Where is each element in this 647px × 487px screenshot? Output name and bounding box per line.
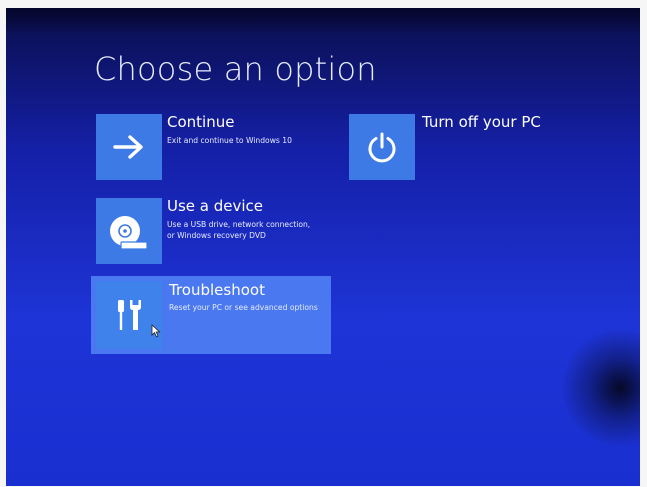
arrow-right-icon [112, 134, 146, 160]
disc-drive-icon [107, 211, 151, 251]
troubleshoot-title: Troubleshoot [169, 281, 265, 299]
photo-frame: Choose an option Continue Exit and conti… [0, 0, 647, 487]
continue-option[interactable]: Continue Exit and continue to Windows 10 [96, 113, 296, 182]
use-device-tile[interactable] [96, 198, 162, 264]
continue-title: Continue [167, 113, 235, 131]
power-icon [365, 130, 399, 164]
troubleshoot-description: Reset your PC or see advanced options [169, 303, 318, 312]
continue-tile[interactable] [96, 114, 162, 180]
page-title: Choose an option [94, 50, 377, 88]
mouse-cursor-icon [151, 323, 161, 342]
use-device-description-line2: or Windows recovery DVD [167, 231, 266, 240]
turn-off-title: Turn off your PC [422, 113, 541, 131]
use-device-title: Use a device [167, 197, 264, 215]
screen-top-edge [6, 8, 640, 34]
continue-description: Exit and continue to Windows 10 [167, 136, 292, 145]
screen-reflection [560, 328, 640, 448]
use-device-description-line1: Use a USB drive, network connection, [167, 220, 311, 229]
tools-icon [111, 296, 147, 334]
turn-off-option[interactable]: Turn off your PC [349, 113, 541, 182]
turn-off-tile[interactable] [349, 114, 415, 180]
recovery-screen: Choose an option Continue Exit and conti… [6, 8, 640, 486]
use-device-option[interactable]: Use a device Use a USB drive, network co… [96, 197, 336, 266]
troubleshoot-option[interactable]: Troubleshoot Reset your PC or see advanc… [91, 276, 331, 354]
